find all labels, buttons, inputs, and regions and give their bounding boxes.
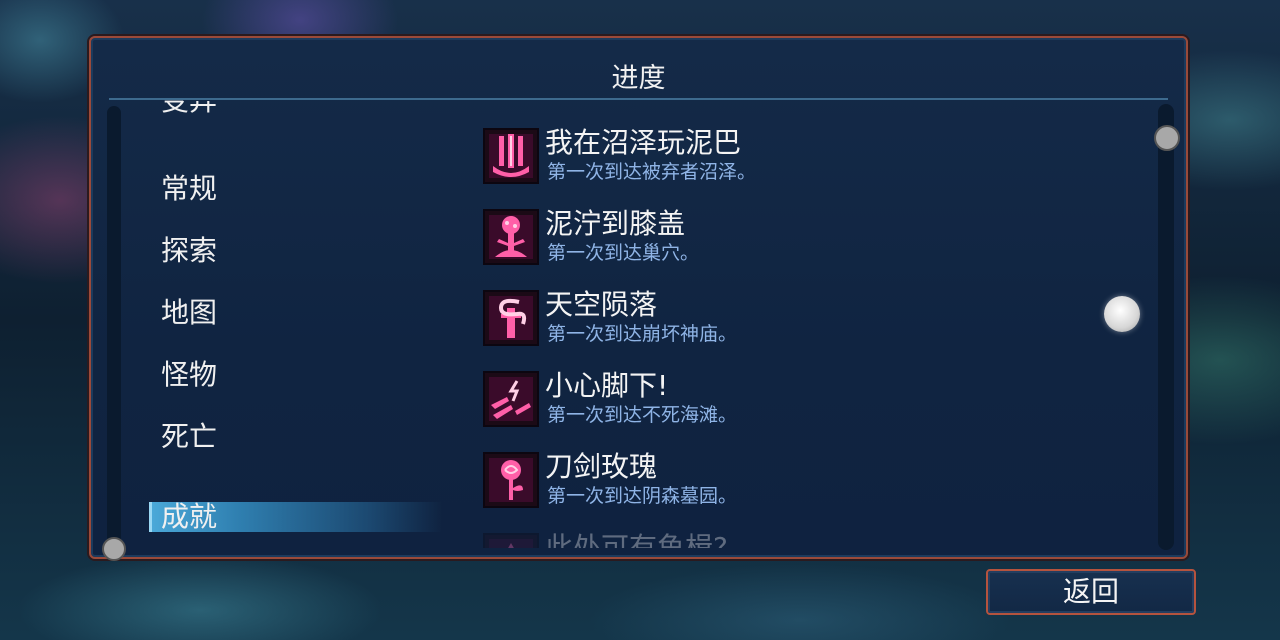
partial-icon [483, 533, 539, 548]
category-label: 怪物 [161, 358, 218, 391]
category-item-monsters[interactable]: 怪物 [161, 358, 217, 392]
category-item-mutations[interactable]: 变异 [161, 100, 217, 118]
achievement-list: 我在沼泽玩泥巴 第一次到达被弃者沼泽。 泥泞到膝盖 第一次到达巢穴。 天空陨落 … [477, 118, 1149, 548]
achievement-title: 泥泞到膝盖 [545, 207, 686, 240]
category-item-map[interactable]: 地图 [161, 296, 217, 330]
category-scroll-knob[interactable] [102, 537, 126, 561]
back-button[interactable]: 返回 [986, 569, 1196, 615]
serpent-sword-icon [483, 290, 539, 346]
achievement-title: 天空陨落 [545, 288, 658, 321]
panel-title: 进度 [611, 63, 666, 94]
category-item-exploration[interactable]: 探索 [161, 234, 217, 268]
achievement-item[interactable]: 天空陨落 第一次到达崩坏神庙。 [477, 280, 1137, 352]
achievement-title: 小心脚下! [545, 369, 669, 402]
achievement-item[interactable]: 此处可有鱼楫? [477, 523, 1137, 548]
achievement-item[interactable]: 我在沼泽玩泥巴 第一次到达被弃者沼泽。 [477, 118, 1137, 190]
achievement-description: 第一次到达崩坏神庙。 [547, 323, 738, 345]
category-label: 变异 [161, 100, 218, 117]
mushroom-tree-icon [483, 209, 539, 265]
achievement-item[interactable]: 刀剑玫瑰 第一次到达阴森墓园。 [477, 442, 1137, 514]
achievement-title: 刀剑玫瑰 [545, 450, 658, 483]
category-label: 地图 [161, 296, 218, 329]
category-item-achievements[interactable]: 成就 [161, 500, 217, 534]
achievement-description: 第一次到达阴森墓园。 [547, 485, 738, 507]
achievement-title: 我在沼泽玩泥巴 [545, 126, 742, 159]
category-scrollbar[interactable] [107, 106, 121, 546]
achievement-description: 第一次到达巢穴。 [547, 242, 700, 264]
category-label: 探索 [161, 234, 218, 267]
pointer-cursor [1104, 296, 1140, 332]
swamp-pillars-icon [483, 128, 539, 184]
category-label: 常规 [161, 172, 218, 205]
category-label: 死亡 [161, 420, 218, 453]
crumbling-ground-icon [483, 371, 539, 427]
category-label: 成就 [161, 500, 218, 533]
category-item-deaths[interactable]: 死亡 [161, 420, 217, 454]
achievement-scroll-knob[interactable] [1154, 125, 1180, 151]
progress-panel: 进度 变异 常规 探索 地图 怪物 死亡 成就 我在沼泽玩泥巴 第一次到达被弃者… [89, 36, 1188, 561]
achievement-item[interactable]: 泥泞到膝盖 第一次到达巢穴。 [477, 199, 1137, 271]
category-list: 变异 常规 探索 地图 怪物 死亡 成就 [161, 100, 461, 540]
achievement-description: 第一次到达不死海滩。 [547, 404, 738, 426]
achievement-description: 第一次到达被弃者沼泽。 [547, 161, 757, 183]
achievement-item[interactable]: 小心脚下! 第一次到达不死海滩。 [477, 361, 1137, 433]
achievement-scrollbar[interactable] [1158, 104, 1174, 550]
rose-icon [483, 452, 539, 508]
achievement-title: 此处可有鱼楫? [545, 531, 728, 548]
category-item-general[interactable]: 常规 [161, 172, 217, 206]
